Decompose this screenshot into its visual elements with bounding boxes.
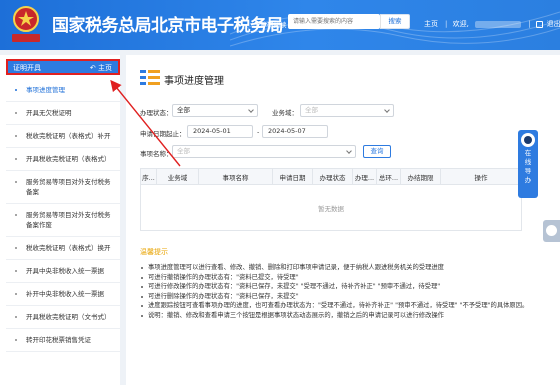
sidebar-item-nontax-bill-issue[interactable]: 开具中央非税收入统一票据 xyxy=(6,260,120,283)
bullet-icon xyxy=(15,112,17,114)
sidebar-item-service-trade-filing-void[interactable]: 服务贸易等项目对外支付税务备案作废 xyxy=(6,204,120,237)
bullet-icon xyxy=(15,214,17,216)
bullet-icon xyxy=(15,135,17,137)
page-title: 事项进度管理 xyxy=(164,76,224,87)
sidebar-item-tax-certificate-reissue[interactable]: 税收完税证明（表格式）补开 xyxy=(6,125,120,148)
chevron-down-icon xyxy=(384,107,390,113)
column-header: 事项名称 xyxy=(198,168,273,185)
sidebar-item-service-trade-filing[interactable]: 服务贸易等项目对外支付税务备案 xyxy=(6,171,120,204)
sidebar-list: 事项进度管理 开具无欠税证明 税收完税证明（表格式）补开 开具税收完税证明（表格… xyxy=(6,79,120,352)
bullet-icon xyxy=(15,270,17,272)
top-header: 国家税务总局北京市电子税务局 无障碍阅读 搜索 主页| 欢迎, | 退出 xyxy=(0,0,560,50)
business-domain-select[interactable]: 全部 xyxy=(300,104,394,117)
column-header: 办理状态 xyxy=(312,168,353,185)
chevron-down-icon xyxy=(346,148,352,154)
exit-link[interactable]: 退出 xyxy=(547,20,560,28)
column-header: 办理... xyxy=(352,168,377,185)
exit-icon xyxy=(535,20,543,28)
tip-item: 说明：撤销、修改和查看申请三个按钮是根据事项状态动态展示的，撤销之后的申请记录可… xyxy=(140,311,540,321)
bullet-icon xyxy=(15,339,17,341)
tips-title: 温馨提示 xyxy=(140,248,168,256)
tip-item: 可进行修改操作的办理状态有："资料已保存，未提交" "受理不通过，待补齐补正" … xyxy=(140,282,540,292)
online-guide-button[interactable]: 在线导办 xyxy=(518,130,538,198)
sidebar-item-tax-certificate-document[interactable]: 开具税收完税证明（文书式） xyxy=(6,306,120,329)
query-button[interactable]: 查询 xyxy=(363,145,391,158)
sidebar-header[interactable]: 证明开具 ↶ 主页 xyxy=(6,59,120,75)
sidebar-home-link[interactable]: ↶ 主页 xyxy=(90,63,112,73)
sidebar-item-stamp-tax-voucher[interactable]: 转开印花税票销售凭证 xyxy=(6,329,120,352)
column-header: 业务域 xyxy=(156,168,199,185)
sidebar: 证明开具 ↶ 主页 事项进度管理 开具无欠税证明 税收完税证明（表格式）补开 开… xyxy=(0,55,120,385)
smile-icon xyxy=(546,225,557,236)
bullet-icon xyxy=(15,89,17,91)
bullet-icon xyxy=(15,293,17,295)
column-header: 操作 xyxy=(440,168,522,185)
user-name-redacted xyxy=(475,20,522,28)
sidebar-item-tax-certificate-issue[interactable]: 开具税收完税证明（表格式） xyxy=(6,148,120,171)
table-empty-row: 暂无数据 xyxy=(140,184,522,231)
list-title-icon xyxy=(140,70,160,85)
online-guide-label: 在线导办 xyxy=(524,149,532,184)
tips-list: 事项进度管理可以进行查看、修改、撤销、删除和打印事项申请记录，便于纳税人跟进税务… xyxy=(140,263,540,321)
search-input[interactable] xyxy=(288,14,380,29)
column-header: 总环... xyxy=(376,168,401,185)
tip-item: 事项进度管理可以进行查看、修改、撤销、删除和打印事项申请记录，便于纳税人跟进税务… xyxy=(140,263,540,273)
home-link[interactable]: 主页 xyxy=(424,20,438,28)
table-header-row: 序... 业务域 事项名称 申请日期 办理状态 办理... 总环... 办结期限… xyxy=(140,168,522,185)
bullet-icon xyxy=(15,158,17,160)
bullet-icon xyxy=(15,181,17,183)
bullet-icon xyxy=(15,247,17,249)
tip-item: 可进行撤销操作的办理状态有："资料已提交，待受理" xyxy=(140,273,540,283)
empty-state-text: 暂无数据 xyxy=(140,184,522,231)
date-to-input[interactable]: 2024-05-07 xyxy=(262,125,328,138)
search-button[interactable]: 搜索 xyxy=(380,14,410,29)
sidebar-item-no-arrears-certificate[interactable]: 开具无欠税证明 xyxy=(6,102,120,125)
item-name-select[interactable]: 全部 xyxy=(172,145,356,158)
sidebar-item-tax-certificate-exchange[interactable]: 税收完税证明（表格式）换开 xyxy=(6,237,120,260)
item-name-label: 事项名称： xyxy=(140,150,173,158)
barrier-free-link[interactable]: 无障碍阅读 xyxy=(254,19,287,29)
business-domain-label: 业务域： xyxy=(272,109,298,117)
progress-table: 序... 业务域 事项名称 申请日期 办理状态 办理... 总环... 办结期限… xyxy=(140,168,522,231)
status-label: 办理状态： xyxy=(140,109,173,117)
tip-item: 可进行删除操作的办理状态有："资料已保存，未提交" xyxy=(140,292,540,302)
sidebar-header-label: 证明开具 xyxy=(13,64,41,72)
date-from-input[interactable]: 2024-05-01 xyxy=(187,125,253,138)
main-content: 事项进度管理 办理状态： 全部 业务域： 全部 申请日期起止： 2024-05-… xyxy=(126,55,560,385)
tip-item: 进度跟踪按钮可查看事项办理的进度，也可查看办理状态为："受理不通过，待补齐补正"… xyxy=(140,301,540,311)
sidebar-item-progress-management[interactable]: 事项进度管理 xyxy=(6,79,120,102)
status-select[interactable]: 全部 xyxy=(172,104,258,117)
agent-avatar-icon xyxy=(521,133,535,147)
top-links: 主页 | 欢迎, | 退出 xyxy=(424,20,560,28)
tax-emblem-logo xyxy=(8,4,44,44)
side-float-tab[interactable] xyxy=(543,220,560,242)
column-header: 序... xyxy=(140,168,157,185)
column-header: 办结期限 xyxy=(400,168,441,185)
date-range-label: 申请日期起止： xyxy=(140,130,186,138)
column-header: 申请日期 xyxy=(272,168,313,185)
welcome-text: 欢迎, xyxy=(452,20,469,28)
chevron-down-icon xyxy=(248,107,254,113)
site-title: 国家税务总局北京市电子税务局 xyxy=(52,16,284,36)
bullet-icon xyxy=(15,316,17,318)
sidebar-item-nontax-bill-reissue[interactable]: 补开中央非税收入统一票据 xyxy=(6,283,120,306)
date-separator: - xyxy=(257,128,260,136)
